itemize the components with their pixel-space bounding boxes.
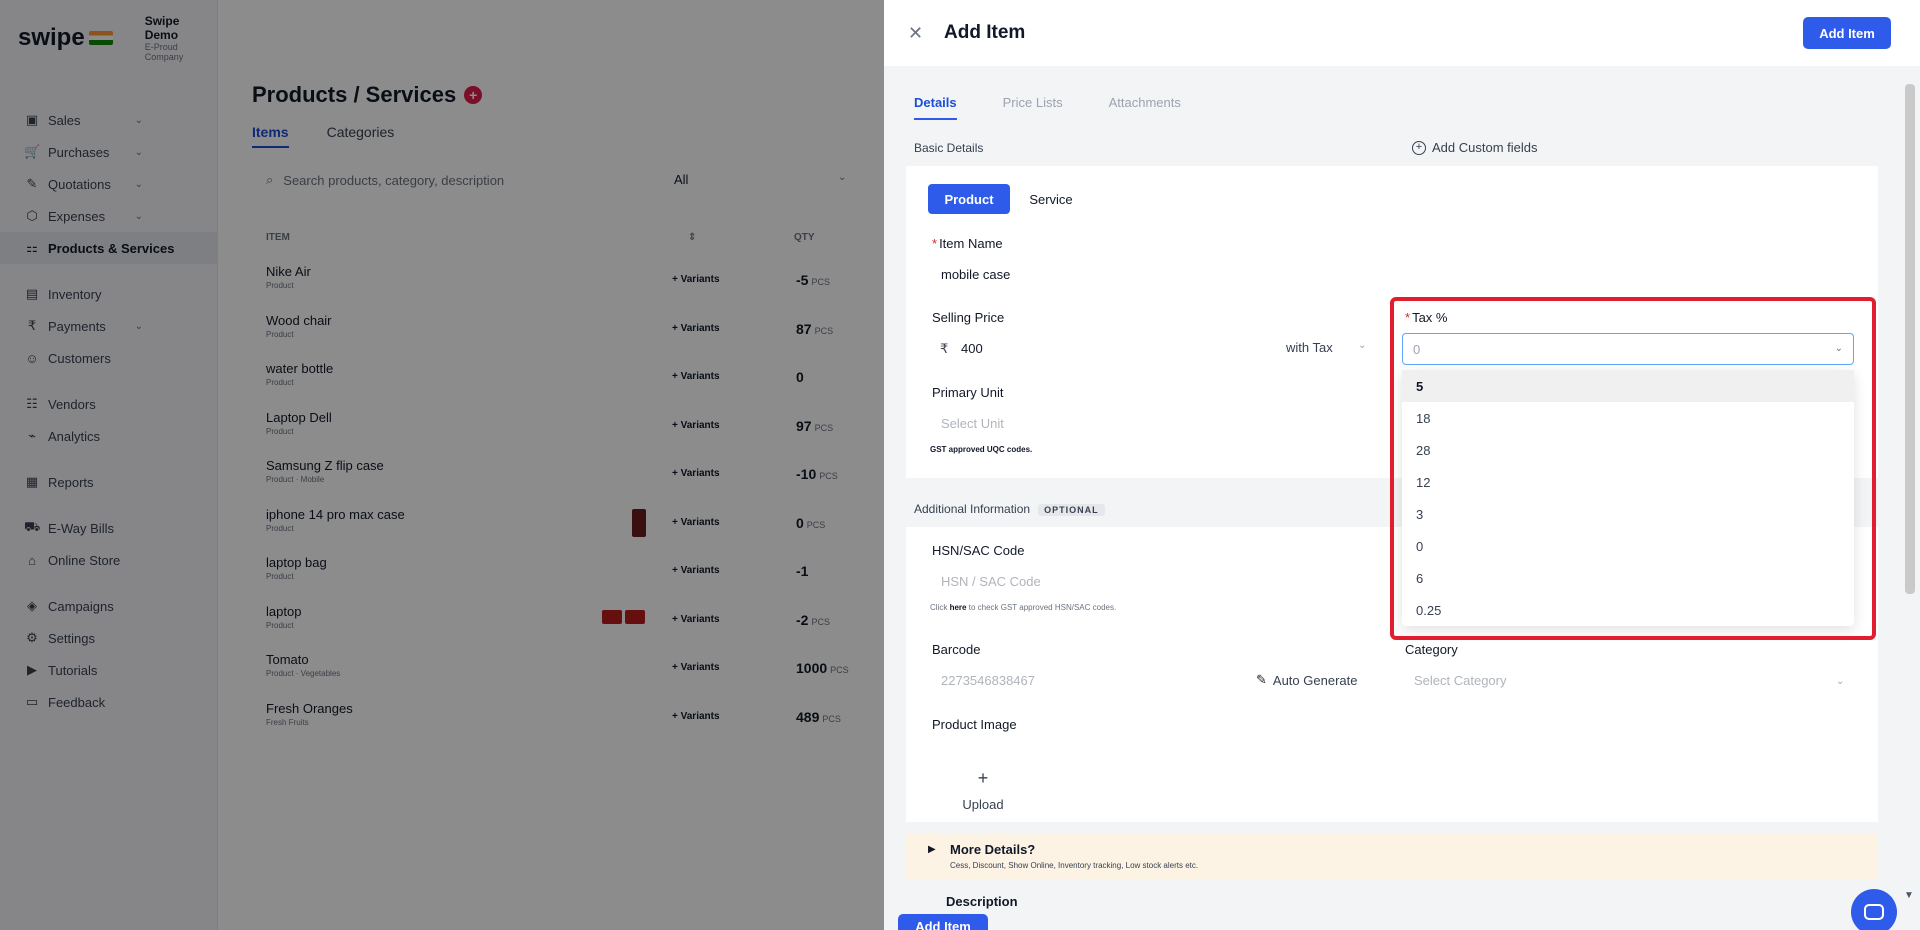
chat-icon	[1864, 904, 1884, 920]
add-custom-fields-label: Add Custom fields	[1432, 140, 1538, 155]
tax-option[interactable]: 6	[1402, 562, 1854, 594]
add-custom-fields-link[interactable]: + Add Custom fields	[1412, 140, 1538, 155]
auto-generate-label: Auto Generate	[1272, 672, 1358, 688]
circle-plus-icon: +	[1412, 140, 1426, 155]
auto-generate-button[interactable]: ✎ Auto Generate	[1256, 672, 1357, 688]
hsn-input[interactable]: HSN / SAC Code	[941, 574, 1041, 589]
product-image-label: Product Image	[932, 717, 1017, 732]
description-label: Description	[946, 894, 1018, 909]
close-icon[interactable]: ✕	[908, 23, 923, 44]
selling-price-label: Selling Price	[932, 310, 1005, 325]
tab-details[interactable]: Details	[914, 95, 957, 120]
modal-overlay[interactable]	[0, 0, 884, 930]
plus-icon: +	[977, 768, 989, 788]
with-tax-select[interactable]: with Tax	[1286, 340, 1333, 355]
type-product-button[interactable]: Product	[928, 184, 1010, 214]
category-label: Category	[1405, 642, 1458, 657]
tax-search-input[interactable]	[1403, 334, 1803, 364]
drawer-header: ✕ Add Item Add Item	[884, 0, 1920, 66]
item-name-label-text: Item Name	[939, 236, 1003, 251]
scroll-down-arrow-icon[interactable]: ▼	[1904, 890, 1914, 901]
optional-badge: OPTIONAL	[1038, 504, 1105, 516]
barcode-label: Barcode	[932, 642, 981, 657]
required-asterisk: *	[932, 236, 938, 251]
additional-info-heading: Additional Information OPTIONAL	[914, 502, 1105, 516]
tab-price-lists[interactable]: Price Lists	[1003, 95, 1063, 120]
tax-option[interactable]: 3	[1402, 498, 1854, 530]
tab-attachments[interactable]: Attachments	[1109, 95, 1181, 120]
additional-info-text: Additional Information	[914, 502, 1031, 516]
tax-label: * Tax %	[1405, 310, 1447, 325]
tax-label-text: Tax %	[1412, 310, 1448, 325]
more-details-toggle[interactable]: ▶ More Details? Cess, Discount, Show Onl…	[906, 834, 1878, 880]
hsn-help-link[interactable]: here	[950, 603, 967, 612]
chevron-down-icon: ⌄	[1836, 676, 1845, 687]
tax-option[interactable]: 0.25	[1402, 594, 1854, 626]
hsn-help-text: Click here to check GST approved HSN/SAC…	[930, 603, 1116, 612]
tax-option[interactable]: 18	[1402, 402, 1854, 434]
drawer-tabs: Details Price Lists Attachments	[914, 95, 1181, 120]
tax-option[interactable]: 5	[1402, 370, 1854, 402]
scrollbar-thumb[interactable]	[1905, 84, 1915, 594]
tax-option[interactable]: 0	[1402, 530, 1854, 562]
tax-option[interactable]: 12	[1402, 466, 1854, 498]
item-name-label: * Item Name	[932, 236, 1003, 251]
more-details-title: More Details?	[950, 842, 1036, 857]
add-item-button[interactable]: Add Item	[1803, 17, 1891, 49]
upload-button[interactable]: + Upload	[956, 768, 1010, 812]
item-name-input[interactable]: mobile case	[941, 267, 1010, 282]
basic-details-heading: Basic Details	[914, 141, 984, 155]
hsn-label: HSN/SAC Code	[932, 543, 1025, 558]
magic-wand-icon: ✎	[1256, 672, 1267, 687]
barcode-input[interactable]: 2273546838467	[941, 673, 1035, 688]
tax-option[interactable]: 28	[1402, 434, 1854, 466]
hsn-help-prefix: Click	[930, 603, 948, 612]
selling-price-input[interactable]: 400	[961, 341, 983, 356]
more-details-subtitle: Cess, Discount, Show Online, Inventory t…	[950, 861, 1199, 870]
type-service-button[interactable]: Service	[1016, 184, 1086, 214]
chevron-down-icon: ⌄	[1834, 343, 1843, 354]
rupee-icon: ₹	[940, 341, 949, 356]
category-select[interactable]: Select Category	[1414, 673, 1507, 688]
tax-dropdown: 5 18 28 12 3 0 6 0.25	[1402, 370, 1854, 626]
primary-unit-select[interactable]: Select Unit	[941, 416, 1004, 431]
upload-label: Upload	[962, 797, 1004, 812]
chat-support-button[interactable]	[1851, 889, 1897, 930]
footer-add-item-button[interactable]: Add Item	[898, 914, 988, 930]
unit-help-text: GST approved UQC codes.	[930, 445, 1032, 454]
hsn-help-suffix: to check GST approved HSN/SAC codes.	[968, 603, 1117, 612]
required-asterisk: *	[1405, 310, 1411, 325]
drawer-title: Add Item	[944, 22, 1026, 43]
primary-unit-label: Primary Unit	[932, 385, 1004, 400]
unit-help-strong: GST approved UQC codes.	[930, 445, 1033, 454]
tax-select[interactable]: ⌄	[1402, 333, 1854, 365]
chevron-down-icon: ⌄	[1358, 340, 1367, 351]
caret-right-icon: ▶	[928, 844, 936, 855]
